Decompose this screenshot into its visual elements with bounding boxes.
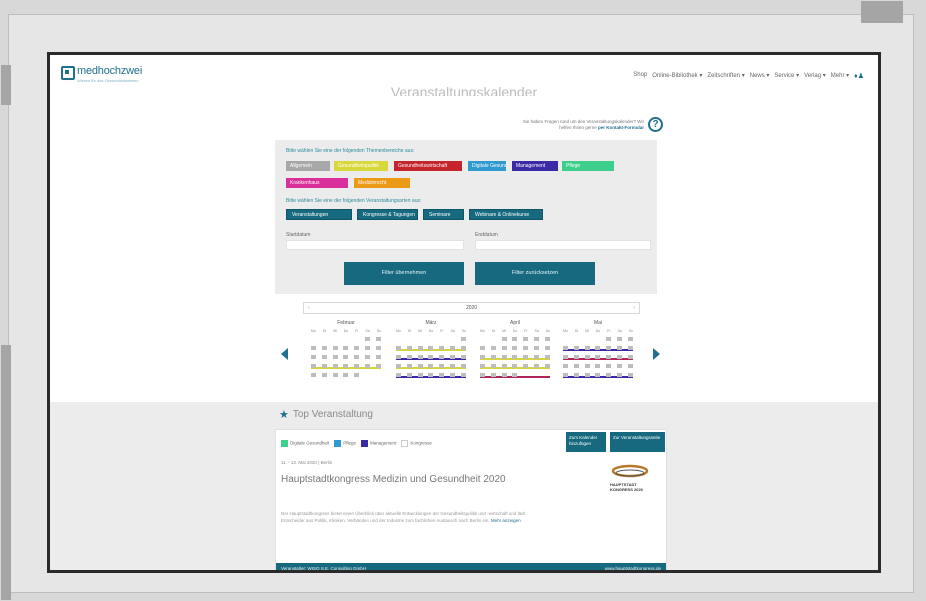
event-legend: Digitale Gesundheit Pflege Management Ko… [281,440,432,447]
year-prev[interactable]: ‹ [308,303,310,313]
grey-block [1,65,11,105]
month-name: März [425,320,437,326]
legend-item: Pflege [334,440,356,447]
year-selector[interactable]: ‹ 2020 › [303,302,640,314]
end-date-input[interactable] [475,240,651,250]
menu-item-shop[interactable]: Shop [633,72,647,80]
add-to-calendar-button[interactable]: Zum Kalender hinzufügen [566,432,606,452]
top-event-heading-text: Top Veranstaltung [292,409,373,420]
type-tag-seminare[interactable]: Seminare [423,209,464,220]
browser-frame: medhochzwei Wissen für das Gesundheitswe… [47,52,881,573]
menu-item-online-bibliothek[interactable]: Online-Bibliothek ▾ [652,72,702,80]
grey-block [1,345,11,600]
weekday-header: Mo Di Mi Do Fr Sa So [396,329,466,333]
month-name: Februar [337,320,355,326]
type-tag-webinare[interactable]: Webinare & Onlinekurse [469,209,543,220]
page-title: Veranstaltungskalender [390,85,538,96]
month-calendar-februar: Februar Mo Di Mi Do Fr Sa So [311,320,381,381]
calendar-next-arrow-icon[interactable] [653,348,660,360]
help-link[interactable]: per Kontakt-Formular [598,125,644,130]
event-url[interactable]: www.hauptstadtkongress.de [605,563,661,570]
logo-subtitle: Wissen für das Gesundheitswesen [77,78,139,83]
month-name: April [509,320,520,326]
end-date-label: Enddatum [475,232,498,238]
filter-panel: Bitte wählen Sie eine der folgenden Them… [275,140,657,294]
theme-tag-digitale-gesundheit[interactable]: Digitale Gesundheit [468,161,506,171]
weekday-header: Mo Di Mi Do Fr Sa So [311,329,381,333]
top-event-heading: ★ Top Veranstaltung [279,408,373,421]
theme-label: Bitte wählen Sie eine der folgenden Them… [286,148,415,154]
start-date-input[interactable] [286,240,464,250]
month-calendar-april: April Mo Di Mi Do Fr Sa So [480,320,550,381]
calendar-prev-arrow-icon[interactable] [281,348,288,360]
year-value: 2020 [465,305,478,311]
logo-text: medhochzwei [77,65,143,77]
event-organizer: Veranstalter: WISO S.E. Consulting GmbH [281,566,367,571]
theme-tag-medizinrecht[interactable]: Medizinrecht [354,178,410,188]
month-name: Mai [593,320,603,326]
help-text: Sie haben Fragen rund um den Veranstaltu… [518,119,644,131]
event-date: 11. - 13. Mai 2020 | Berlin [281,460,333,465]
legend-item: Management [361,440,396,447]
type-tag-veranstaltungen[interactable]: Veranstaltungen [286,209,352,220]
month-calendar-maerz: März Mo Di Mi Do Fr Sa So [396,320,466,381]
menu-item-verlag[interactable]: Verlag ▾ [804,72,826,80]
event-card: Digitale Gesundheit Pflege Management Ko… [275,429,667,571]
theme-tag-gesundheitswirtschaft[interactable]: Gesundheitswirtschaft [394,161,462,171]
event-description: Der Hauptstadtkongress bietet einen Über… [281,511,546,524]
reset-filter-button[interactable]: Filter zurücksetzen [475,262,595,285]
apply-filter-button[interactable]: Filter übernehmen [344,262,464,285]
grey-block [861,1,903,23]
weekday-header: Mo Di Mi Do Fr Sa So [480,329,550,333]
type-label: Bitte wählen Sie eine der folgenden Vera… [286,198,422,204]
theme-tag-allgemein[interactable]: Allgemein [286,161,330,171]
more-link[interactable]: Mehr anzeigen [491,518,521,523]
theme-tag-krankenhaus[interactable]: Krankenhaus [286,178,348,188]
site-logo[interactable]: medhochzwei Wissen für das Gesundheitswe… [61,66,142,83]
event-description-text: Der Hauptstadtkongress bietet einen Über… [281,511,525,523]
event-logo-text: HAUPTSTADT KONGRESS 2020 [610,482,643,492]
main-menu: Shop Online-Bibliothek ▾ Zeitschriften ▾… [633,72,864,80]
theme-tag-pflege[interactable]: Pflege [562,161,614,171]
question-icon[interactable]: ? [648,117,663,132]
menu-item-mehr[interactable]: Mehr ▾ [831,72,849,80]
weekday-header: Mo Di Mi Do Fr Sa So [563,329,633,333]
star-icon: ★ [279,409,289,421]
legend-item: Digitale Gesundheit [281,440,329,447]
theme-tag-management[interactable]: Management [512,161,558,171]
menu-item-news[interactable]: News ▾ [750,72,770,80]
legend-item: Kongresse [401,440,432,447]
menu-item-zeitschriften[interactable]: Zeitschriften ▾ [707,72,744,80]
event-page-button[interactable]: Zur Veranstaltungsseite [610,432,665,452]
theme-tag-gesundheitspolitik[interactable]: Gesundheitspolitik [334,161,388,171]
start-date-label: Startdatum [286,232,311,238]
year-next[interactable]: › [633,303,635,313]
month-calendar-mai: Mai Mo Di Mi Do Fr Sa So [563,320,633,381]
event-logo: HAUPTSTADT KONGRESS 2020 [610,462,650,502]
menu-item-service[interactable]: Service ▾ [774,72,799,80]
event-footer: Veranstalter: WISO S.E. Consulting GmbH … [276,563,666,571]
type-tag-kongresse[interactable]: Kongresse & Tagungen [357,209,418,220]
event-title[interactable]: Hauptstadtkongress Medizin und Gesundhei… [281,474,541,486]
logo-icon [61,66,75,80]
user-icon[interactable]: ♦♟ [854,72,864,80]
